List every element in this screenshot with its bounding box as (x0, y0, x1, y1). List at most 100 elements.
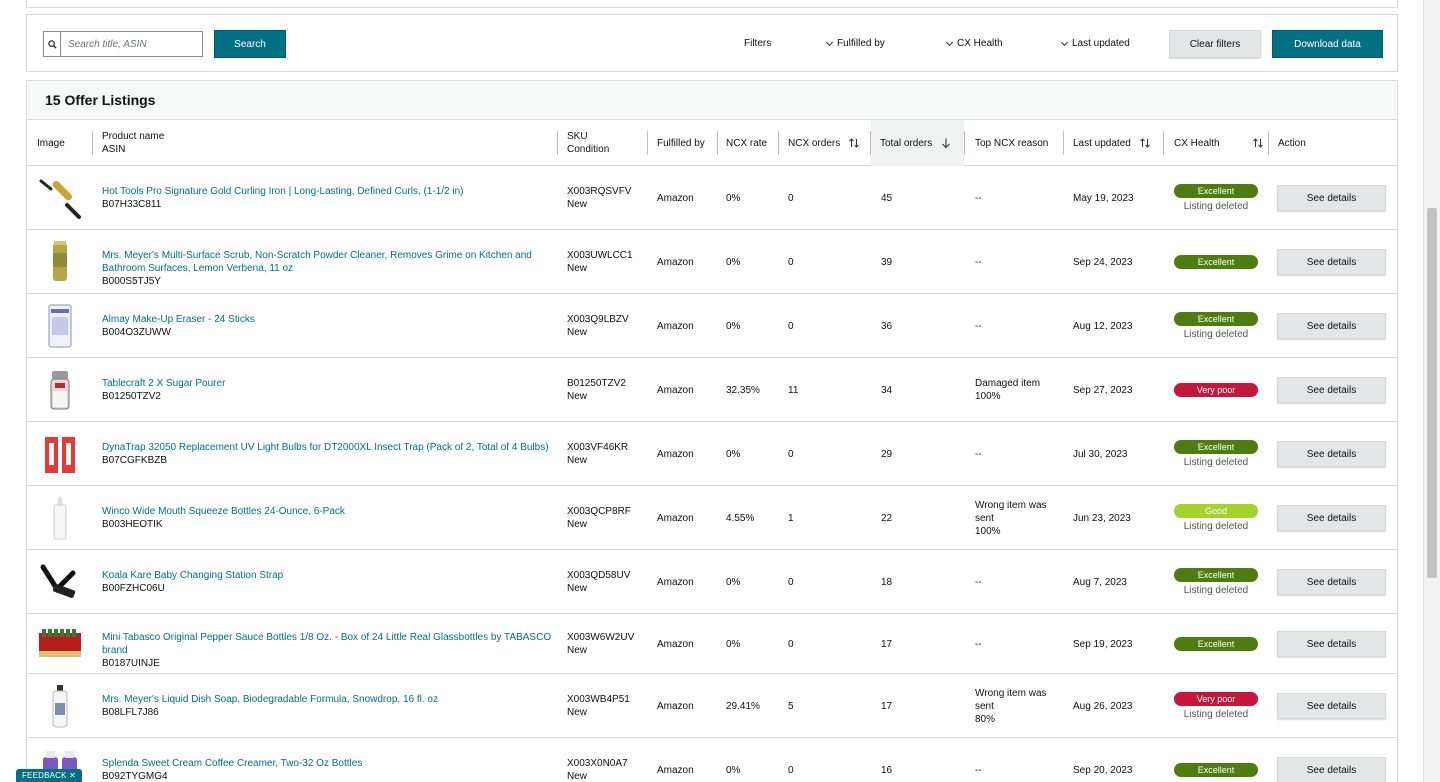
last-updated-text: May 19, 2023 (1073, 193, 1134, 204)
col-fulfilled-by[interactable]: Fulfilled by (657, 120, 705, 166)
see-details-button[interactable]: See details (1277, 185, 1386, 211)
panel-title: 15 Offer Listings (45, 92, 156, 108)
total-orders-text: 34 (881, 385, 893, 396)
col-ncx-orders[interactable]: NCX orders (788, 120, 860, 166)
see-details-button[interactable]: See details (1277, 441, 1386, 467)
product-name-link[interactable]: Mini Tabasco Original Pepper Sauce Bottl… (102, 631, 552, 657)
uv-bulbs-image[interactable] (37, 431, 83, 477)
col-sku-label: SKU (567, 131, 588, 142)
see-details-button[interactable]: See details (1277, 631, 1386, 657)
scrollbar-thumb[interactable] (1427, 208, 1437, 578)
product-name-link[interactable]: Hot Tools Pro Signature Gold Curling Iro… (102, 185, 552, 198)
asin-text: B092TYGMG4 (102, 771, 168, 782)
table-row: Almay Make-Up Eraser - 24 Sticks B004O3Z… (27, 294, 1397, 358)
reason-line: sent (975, 700, 994, 712)
col-product-name[interactable]: Product name ASIN (102, 120, 164, 166)
curling-iron-image[interactable] (37, 175, 83, 221)
sku-text: X003X0N0A7 (567, 758, 628, 769)
product-name-link[interactable]: Mrs. Meyer's Liquid Dish Soap, Biodegrad… (102, 693, 552, 706)
col-cx-health[interactable]: CX Health (1174, 120, 1264, 166)
search-box (43, 31, 203, 57)
total-orders-text: 39 (881, 257, 893, 268)
col-top-ncx-reason[interactable]: Top NCX reason (975, 120, 1048, 166)
page-scrollbar[interactable] (1423, 0, 1440, 782)
filter-bar: Search Filters Fulfilled by CX Health La… (26, 14, 1398, 72)
col-action: Action (1278, 137, 1306, 149)
top-ncx-reason-cell: -- (975, 192, 1060, 205)
see-details-button[interactable]: See details (1277, 313, 1386, 339)
makeup-eraser-image[interactable] (37, 303, 83, 349)
fulfilled-by-text: Amazon (657, 639, 694, 650)
search-input[interactable] (61, 32, 202, 56)
sugar-pourer-image[interactable] (37, 367, 83, 413)
see-details-button[interactable]: See details (1277, 377, 1386, 403)
last-updated-dropdown[interactable]: Last updated (1060, 38, 1130, 49)
col-last-updated[interactable]: Last updated (1073, 120, 1151, 166)
product-name-link[interactable]: DynaTrap 32050 Replacement UV Light Bulb… (102, 441, 552, 454)
sort-icon[interactable] (1252, 137, 1264, 149)
asin-text: B000S5TJ5Y (102, 276, 161, 287)
product-cell: DynaTrap 32050 Replacement UV Light Bulb… (102, 441, 552, 467)
ncx-orders-text: 0 (788, 577, 794, 588)
product-cell: Tablecraft 2 X Sugar Pourer B01250TZV2 (102, 377, 552, 403)
ncx-rate-text: 0% (726, 193, 741, 204)
product-name-link[interactable]: Tablecraft 2 X Sugar Pourer (102, 377, 552, 390)
column-divider (717, 131, 718, 155)
sort-icon[interactable] (1139, 137, 1151, 149)
col-ncx-rate[interactable]: NCX rate (726, 120, 767, 166)
search-icon (44, 32, 61, 56)
col-product-name-label: Product name (102, 131, 165, 142)
scrub-canister-image[interactable] (37, 239, 83, 285)
sku-text: X003QCP8RF (567, 506, 631, 517)
cx-health-cell: Very poor Listing deleted (1174, 692, 1258, 721)
condition-text: New (567, 455, 588, 466)
col-total-orders[interactable]: Total orders (871, 120, 964, 166)
fulfilled-by-text: Amazon (657, 449, 694, 460)
squeeze-bottle-image[interactable] (37, 495, 83, 541)
top-ncx-reason-cell: Wrong item was sent 100% (975, 499, 1060, 538)
top-ncx-reason-cell: Wrong item was sent 80% (975, 687, 1060, 726)
total-orders-text: 18 (881, 577, 893, 588)
strap-image[interactable] (37, 559, 83, 605)
asin-text: B07H33C811 (102, 199, 162, 210)
see-details-button[interactable]: See details (1277, 569, 1386, 595)
cx-health-badge: Excellent (1174, 312, 1258, 326)
reason-line: -- (975, 256, 982, 268)
reason-line: Damaged item (975, 378, 1041, 389)
product-name-link[interactable]: Mrs. Meyer's Multi-Surface Scrub, Non-Sc… (102, 249, 552, 275)
dish-soap-image[interactable] (37, 683, 83, 729)
see-details-button[interactable]: See details (1277, 249, 1386, 275)
sku-text: B01250TZV2 (567, 378, 626, 389)
cx-health-cell: Very poor (1174, 383, 1258, 399)
download-data-button[interactable]: Download data (1272, 30, 1383, 58)
fulfilled-by-text: Amazon (657, 193, 694, 204)
see-details-button[interactable]: See details (1277, 693, 1386, 719)
see-details-button[interactable]: See details (1277, 757, 1386, 782)
reason-line: -- (975, 320, 982, 332)
product-name-link[interactable]: Koala Kare Baby Changing Station Strap (102, 569, 552, 582)
sort-icon[interactable] (848, 137, 860, 149)
asin-text: B07CGFKBZB (102, 455, 168, 466)
product-name-link[interactable]: Splenda Sweet Cream Coffee Creamer, Two-… (102, 757, 552, 770)
cx-health-dropdown[interactable]: CX Health (945, 38, 1003, 49)
sort-descending-icon[interactable] (940, 137, 952, 149)
product-name-link[interactable]: Winco Wide Mouth Squeeze Bottles 24-Ounc… (102, 505, 552, 518)
col-asin-label: ASIN (102, 144, 126, 155)
condition-text: New (567, 707, 588, 718)
tabasco-box-image[interactable] (37, 621, 83, 667)
see-details-button[interactable]: See details (1277, 505, 1386, 531)
col-sku[interactable]: SKU Condition (567, 120, 609, 166)
cx-health-badge: Good (1174, 504, 1258, 518)
reason-line: 100% (975, 525, 1001, 537)
fulfilled-by-dropdown[interactable]: Fulfilled by (825, 38, 885, 49)
last-updated-text: Aug 7, 2023 (1073, 577, 1127, 588)
product-name-link[interactable]: Almay Make-Up Eraser - 24 Sticks (102, 313, 552, 326)
previous-panel-edge (26, 0, 1398, 8)
product-cell: Mrs. Meyer's Liquid Dish Soap, Biodegrad… (102, 693, 552, 719)
feedback-button[interactable]: FEEDBACK ✕ (16, 769, 82, 782)
last-updated-text: Sep 20, 2023 (1073, 765, 1133, 776)
search-button[interactable]: Search (214, 30, 286, 58)
listing-status-note: Listing deleted (1183, 201, 1249, 212)
clear-filters-button[interactable]: Clear filters (1169, 30, 1261, 58)
ncx-rate-text: 0% (726, 577, 741, 588)
